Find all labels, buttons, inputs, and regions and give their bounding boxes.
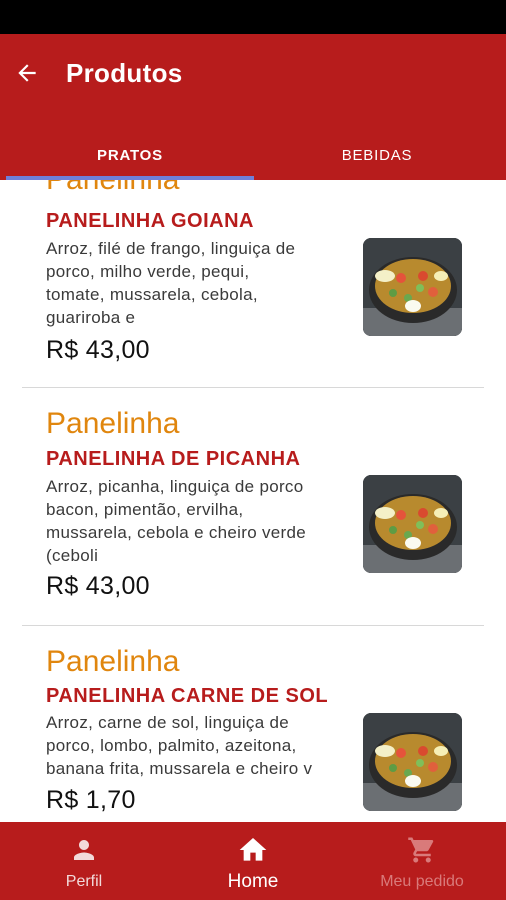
home-icon — [237, 834, 269, 866]
product-price: R$ 1,70 — [46, 786, 136, 814]
paella-pan-image — [363, 713, 462, 811]
app-bar: Produtos PRATOS BEBIDAS — [0, 34, 506, 180]
divider — [22, 625, 484, 626]
product-price: R$ 43,00 — [46, 572, 150, 600]
paella-pan-image — [363, 238, 462, 336]
divider — [22, 387, 484, 388]
product-image[interactable] — [363, 475, 462, 573]
product-description: Arroz, carne de sol, linguiça de porco, … — [46, 713, 313, 778]
nav-label-meu-pedido: Meu pedido — [380, 873, 464, 890]
person-icon — [68, 834, 100, 866]
back-button[interactable] — [10, 56, 44, 90]
page-title: Produtos — [66, 58, 183, 88]
nav-home[interactable]: Home — [169, 822, 337, 900]
product-category: Panelinha — [46, 645, 180, 678]
product-category: Panelinha — [46, 407, 180, 440]
product-name: PANELINHA CARNE DE SOL — [46, 685, 329, 707]
paella-pan-image — [363, 475, 462, 573]
product-name: PANELINHA GOIANA — [46, 210, 254, 232]
bottom-navigation: Perfil Home Meu pedido — [0, 822, 506, 900]
status-bar — [0, 0, 506, 34]
tab-pratos[interactable]: PRATOS — [6, 138, 254, 172]
nav-meu-pedido[interactable]: Meu pedido — [338, 822, 506, 900]
cart-icon — [406, 834, 438, 866]
product-description: Arroz, filé de frango, linguiça de porco… — [46, 239, 296, 327]
product-description: Arroz, picanha, linguiça de porco bacon,… — [46, 477, 307, 565]
product-price: R$ 43,00 — [46, 336, 150, 364]
product-name: PANELINHA DE PICANHA — [46, 448, 301, 470]
nav-label-home: Home — [227, 871, 279, 892]
product-category: Panelinha — [46, 180, 179, 198]
nav-perfil[interactable]: Perfil — [0, 822, 168, 900]
nav-label-perfil: Perfil — [65, 873, 103, 890]
product-image[interactable] — [363, 713, 462, 811]
arrow-left-icon — [18, 64, 36, 82]
tab-bebidas[interactable]: BEBIDAS — [253, 138, 501, 172]
product-list[interactable]: Panelinha PANELINHA GOIANA Arroz, filé d… — [0, 180, 506, 822]
product-image[interactable] — [363, 238, 462, 336]
